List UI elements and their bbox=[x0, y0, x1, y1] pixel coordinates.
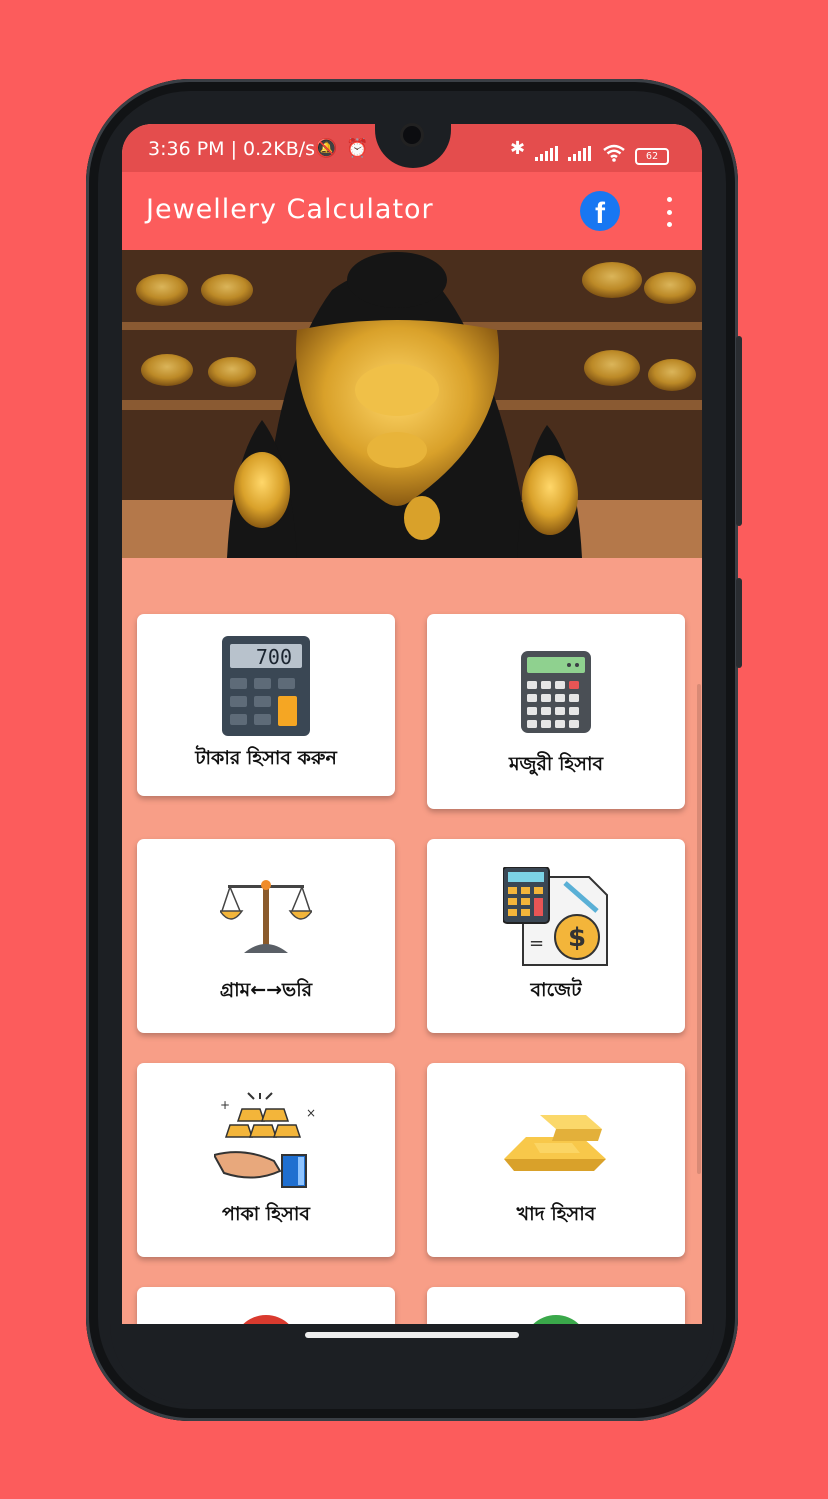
calculator-keypad-icon bbox=[521, 651, 591, 733]
card-partial-left[interactable] bbox=[137, 1287, 395, 1324]
svg-text:+: + bbox=[220, 1098, 230, 1112]
card-paka-hisab[interactable]: + × পাকা হিসাব bbox=[137, 1063, 395, 1257]
scrollbar[interactable] bbox=[697, 684, 701, 1174]
calculator-icon: 700 bbox=[222, 636, 310, 736]
mute-icon: 🔕 bbox=[315, 138, 338, 159]
calculator-display: 700 bbox=[256, 645, 292, 669]
signal-icon-2 bbox=[568, 146, 591, 161]
jewellery-banner-image bbox=[122, 250, 702, 558]
bluetooth-icon: ✱ bbox=[510, 138, 526, 159]
app-title: Jewellery Calculator bbox=[146, 194, 434, 225]
status-time: 3:36 PM | 0.2KB/s bbox=[148, 138, 316, 160]
card-label: বাজেট bbox=[530, 979, 582, 1001]
svg-text:$: $ bbox=[568, 923, 586, 953]
alarm-icon: ⏰ bbox=[346, 138, 369, 159]
app-bar: Jewellery Calculator f bbox=[122, 172, 702, 250]
card-label: টাকার হিসাব করুন bbox=[195, 747, 337, 769]
gold-bar-icon bbox=[504, 1115, 606, 1171]
power-button bbox=[736, 578, 742, 668]
card-label: খাদ হিসাব bbox=[516, 1203, 596, 1225]
card-gram-bhori[interactable]: গ্রাম←→ভরি bbox=[137, 839, 395, 1033]
front-camera bbox=[403, 126, 421, 144]
signal-icon bbox=[535, 146, 558, 161]
svg-text:×: × bbox=[306, 1106, 316, 1120]
card-budget[interactable]: = $ বাজেট bbox=[427, 839, 685, 1033]
card-mojuri-hisab[interactable]: মজুরী হিসাব bbox=[427, 614, 685, 809]
card-label: গ্রাম←→ভরি bbox=[219, 979, 313, 1001]
budget-document-icon: = $ bbox=[503, 867, 608, 966]
svg-text:=: = bbox=[529, 933, 544, 954]
battery-indicator: 62 bbox=[635, 148, 669, 165]
card-label: মজুরী হিসাব bbox=[508, 753, 604, 775]
card-label: পাকা হিসাব bbox=[222, 1203, 310, 1225]
more-vert-icon[interactable] bbox=[662, 197, 676, 227]
gold-bars-hand-icon: + × bbox=[214, 1092, 316, 1188]
card-khad-hisab[interactable]: খাদ হিসাব bbox=[427, 1063, 685, 1257]
card-partial-right[interactable] bbox=[427, 1287, 685, 1324]
gesture-nav-bar[interactable] bbox=[305, 1332, 519, 1338]
green-circle-icon bbox=[523, 1315, 589, 1324]
balance-scale-icon bbox=[220, 880, 312, 953]
wifi-icon bbox=[603, 144, 625, 162]
volume-button bbox=[736, 336, 742, 526]
facebook-icon[interactable]: f bbox=[580, 191, 620, 231]
card-taka-hisab[interactable]: 700 টাকার হিসাব করুন bbox=[137, 614, 395, 796]
red-circle-icon bbox=[233, 1315, 299, 1324]
